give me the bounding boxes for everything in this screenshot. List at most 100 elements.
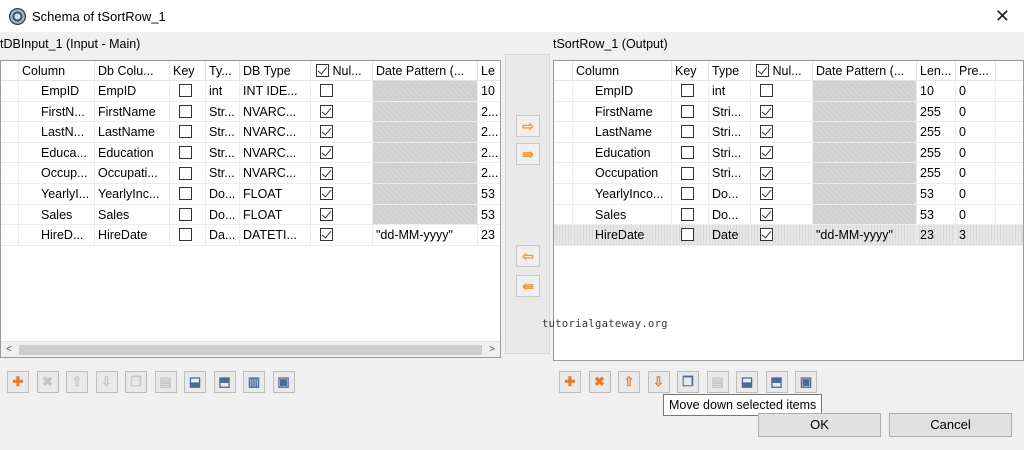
chevron-left-icon[interactable]: <: [1, 342, 17, 357]
table-cell[interactable]: 53: [917, 204, 956, 225]
export-icon[interactable]: ⬒: [765, 371, 788, 393]
table-cell[interactable]: [1, 183, 19, 204]
checkbox-checked-icon[interactable]: [756, 64, 769, 78]
table-cell[interactable]: [311, 122, 373, 142]
table-cell[interactable]: [996, 184, 1023, 204]
column-header[interactable]: Len...: [917, 61, 956, 80]
table-row[interactable]: Occupation Stri... 255 0: [554, 163, 1023, 184]
table-cell[interactable]: HireD...: [19, 225, 95, 245]
copy-all-left-button[interactable]: ⇦: [516, 245, 540, 267]
move-up-icon[interactable]: ⇧: [618, 371, 640, 393]
column-header[interactable]: Key: [672, 61, 709, 80]
checkbox-checked-icon[interactable]: [320, 187, 333, 201]
table-cell[interactable]: [1, 81, 19, 101]
column-header[interactable]: [1, 61, 19, 80]
table-cell[interactable]: Do...: [206, 183, 240, 204]
scrollbar-thumb[interactable]: [19, 345, 482, 355]
table-row[interactable]: FirstN... FirstName Str... NVARC... 2...: [1, 101, 500, 123]
table-cell[interactable]: EmpID: [573, 81, 672, 101]
table-cell[interactable]: [311, 183, 373, 204]
table-cell[interactable]: Occupation: [573, 163, 672, 183]
table-row[interactable]: YearlyI... YearlyInc... Do... FLOAT 53: [1, 183, 500, 205]
table-cell[interactable]: Education: [573, 142, 672, 163]
table-cell[interactable]: [554, 225, 573, 245]
table-row[interactable]: Sales Sales Do... FLOAT 53: [1, 204, 500, 226]
checkbox-unchecked-icon[interactable]: [179, 104, 192, 118]
table-cell[interactable]: [672, 142, 709, 163]
checkbox-checked-icon[interactable]: [760, 228, 773, 242]
table-cell[interactable]: [170, 183, 206, 204]
table-cell[interactable]: [311, 225, 373, 245]
table-cell[interactable]: int: [709, 81, 751, 101]
copy-all-right-button[interactable]: ⇨: [516, 115, 540, 137]
copy-icon[interactable]: ❐: [125, 371, 147, 393]
table-cell[interactable]: HireDate: [573, 225, 672, 245]
table-cell[interactable]: Do...: [709, 183, 751, 204]
table-cell[interactable]: [672, 183, 709, 204]
checkbox-checked-icon[interactable]: [320, 228, 333, 242]
column-header[interactable]: DB Type: [240, 61, 311, 80]
horizontal-scrollbar[interactable]: < >: [1, 341, 500, 357]
table-cell[interactable]: [672, 163, 709, 183]
checkbox-checked-icon[interactable]: [760, 166, 773, 180]
table-cell[interactable]: 255: [917, 142, 956, 163]
copy-selected-left-button[interactable]: ⇚: [516, 275, 540, 297]
table-cell[interactable]: 255: [917, 122, 956, 142]
column-header[interactable]: Le: [478, 61, 500, 80]
table-cell[interactable]: NVARC...: [240, 101, 311, 122]
input-schema-table[interactable]: Column Db Colu... Key Ty... DB Type Nul... Da…: [0, 60, 501, 358]
table-cell[interactable]: [170, 142, 206, 163]
table-cell[interactable]: [996, 205, 1023, 225]
move-down-icon[interactable]: ⇩: [95, 371, 118, 393]
table-cell[interactable]: int: [206, 81, 240, 101]
import-icon[interactable]: ⬓: [736, 371, 758, 393]
table-cell[interactable]: 2...: [478, 143, 500, 163]
table-row[interactable]: LastN... LastName Str... NVARC... 2...: [1, 122, 500, 143]
paste-icon[interactable]: ▤: [706, 371, 729, 393]
table-cell[interactable]: NVARC...: [240, 142, 311, 163]
table-cell[interactable]: [672, 204, 709, 225]
checkbox-unchecked-icon[interactable]: [179, 84, 192, 98]
table-cell[interactable]: Str...: [206, 163, 240, 183]
checkbox-unchecked-icon[interactable]: [320, 84, 333, 98]
table-cell[interactable]: Sales: [573, 204, 672, 225]
table-cell[interactable]: [751, 163, 813, 183]
table-cell[interactable]: Da...: [206, 225, 240, 245]
table-cell[interactable]: Sales: [19, 204, 95, 225]
table-cell[interactable]: LastName: [95, 122, 170, 142]
table-cell[interactable]: Stri...: [709, 163, 751, 183]
table-cell[interactable]: 0: [956, 122, 996, 142]
table-cell[interactable]: YearlyI...: [19, 183, 95, 204]
export-icon[interactable]: ⬒: [213, 371, 236, 393]
table-cell[interactable]: [170, 101, 206, 122]
table-cell[interactable]: [672, 101, 709, 122]
table-cell[interactable]: [554, 81, 573, 101]
table-cell[interactable]: [1, 225, 19, 245]
checkbox-checked-icon[interactable]: [320, 166, 333, 180]
table-cell[interactable]: 23: [917, 225, 956, 245]
table-cell[interactable]: Educa...: [19, 142, 95, 163]
table-cell[interactable]: Do...: [206, 204, 240, 225]
column-header[interactable]: Date Pattern (...: [813, 61, 917, 80]
table-cell[interactable]: [1, 142, 19, 163]
table-cell[interactable]: [996, 163, 1023, 183]
table-cell[interactable]: [996, 122, 1023, 142]
table-cell[interactable]: [1, 122, 19, 142]
table-cell[interactable]: FirstName: [573, 101, 672, 122]
checkbox-unchecked-icon[interactable]: [179, 125, 192, 139]
remove-icon[interactable]: ✖: [588, 371, 611, 393]
table-cell[interactable]: [1, 101, 19, 122]
table-cell[interactable]: 0: [956, 81, 996, 101]
checkbox-unchecked-icon[interactable]: [681, 84, 694, 98]
table-cell[interactable]: FirstN...: [19, 101, 95, 122]
table-row[interactable]: Occup... Occupati... Str... NVARC... 2...: [1, 163, 500, 184]
checkbox-unchecked-icon[interactable]: [681, 187, 694, 201]
move-up-icon[interactable]: ⇧: [66, 371, 88, 393]
table-cell[interactable]: 255: [917, 101, 956, 122]
table-row[interactable]: HireD... HireDate Da... DATETI... "dd-MM-yyy…: [1, 225, 500, 246]
table-cell[interactable]: LastN...: [19, 122, 95, 142]
table-cell[interactable]: [554, 142, 573, 163]
table-cell[interactable]: 53: [478, 205, 500, 225]
table-cell[interactable]: [170, 122, 206, 142]
table-cell[interactable]: [672, 81, 709, 101]
